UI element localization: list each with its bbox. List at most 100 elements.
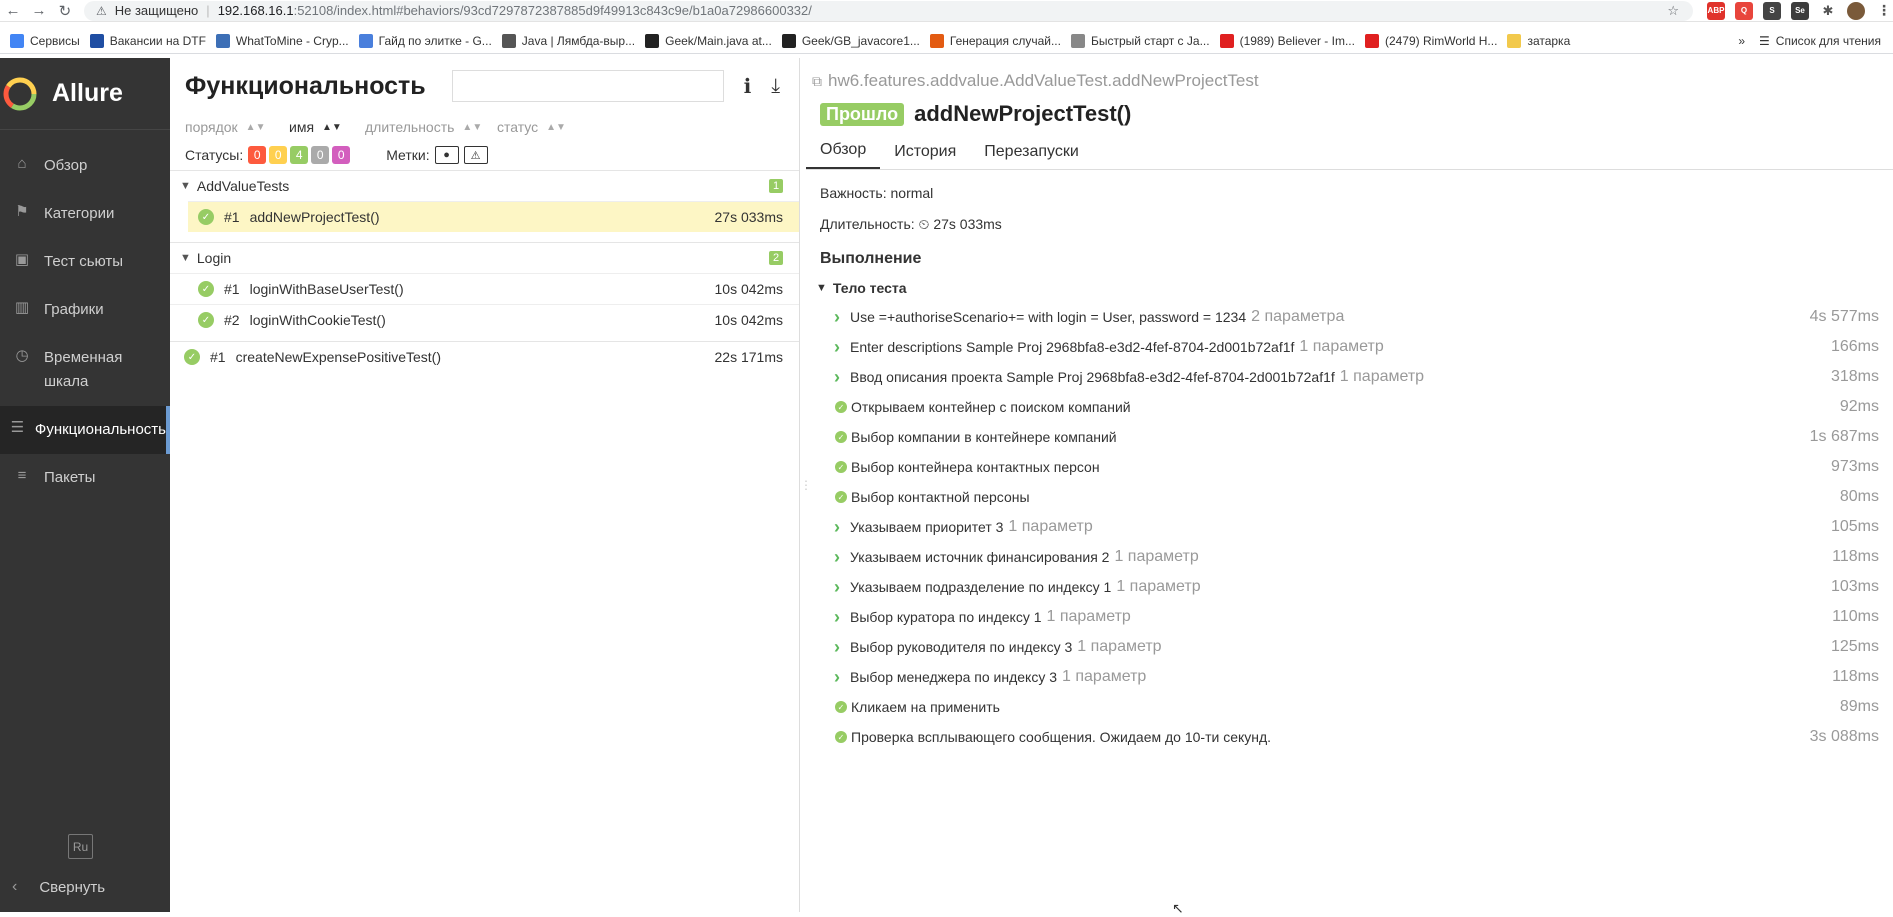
copy-icon[interactable]: ⧉ xyxy=(812,73,822,90)
align-left-icon: ≡ xyxy=(17,466,27,484)
brand[interactable]: Allure xyxy=(0,58,170,130)
bookmark-item[interactable]: Вакансии на DTF xyxy=(89,33,206,48)
test-row[interactable]: ✓ #1 addNewProjectTest() 27s 033ms xyxy=(188,201,799,232)
duration-line: Длительность: ⏲ 27s 033ms xyxy=(820,209,1893,240)
step-row[interactable]: ✓ Кликаем на применить 89ms xyxy=(806,692,1893,722)
sort-order[interactable]: порядок ▲▼ xyxy=(185,119,289,135)
test-row[interactable]: ✓ #2 loginWithCookieTest() 10s 042ms xyxy=(170,304,799,335)
sidebar-item-list[interactable]: ☰ Функциональность xyxy=(0,406,170,454)
selenium-icon[interactable]: Se xyxy=(1791,1,1809,20)
status-filter-badge[interactable]: 0 xyxy=(311,146,330,164)
sidebar-item-flag[interactable]: ⚑ Категории xyxy=(0,190,170,238)
flaky-bomb-icon[interactable]: ● xyxy=(434,146,459,164)
sidebar-item-clock[interactable]: ◷ Временная шкала xyxy=(0,334,170,406)
brand-name: Allure xyxy=(52,79,123,107)
step-params: 1 параметр xyxy=(1339,368,1425,385)
extension-icon[interactable]: S xyxy=(1763,1,1781,20)
step-row[interactable]: ✓ Выбор контейнера контактных персон 973ms xyxy=(806,452,1893,482)
bookmark-item[interactable]: затарка xyxy=(1507,33,1570,48)
status-filter-badge[interactable]: 4 xyxy=(290,146,309,164)
forward-icon[interactable]: → xyxy=(26,2,52,19)
test-row[interactable]: ✓ #1 createNewExpensePositiveTest() 22s 171… xyxy=(170,341,799,372)
chevron-down-icon: ▼ xyxy=(180,252,191,264)
step-row[interactable]: ✓ Выбор контактной персоны 80ms xyxy=(806,482,1893,512)
tree-header: Функциональность ℹ ⤓ xyxy=(170,58,799,114)
sidebar-item-home[interactable]: ⌂ Обзор xyxy=(0,142,170,190)
test-row[interactable]: ✓ #1 loginWithBaseUserTest() 10s 042ms xyxy=(170,273,799,304)
reading-list[interactable]: ☰ Список для чтения xyxy=(1759,34,1881,48)
bookmark-favicon-icon xyxy=(89,33,104,48)
group-header[interactable]: ▼ AddValueTests 1 xyxy=(170,171,799,201)
group-header[interactable]: ▼ Login 2 xyxy=(170,243,799,273)
status-filter-badge[interactable]: 0 xyxy=(332,146,351,164)
bookmark-label: Java | Лямбда-выр... xyxy=(521,33,636,48)
step-row[interactable]: › Enter descriptions Sample Proj 2968bfa8… xyxy=(806,332,1893,362)
step-row[interactable]: › Указываем источник финансирования 21 па… xyxy=(806,542,1893,572)
avatar[interactable] xyxy=(1847,1,1865,20)
sort-duration[interactable]: длительность ▲▼ xyxy=(365,119,497,135)
sort-arrows-icon: ▲▼ xyxy=(245,121,266,133)
sidebar-item-bar-chart[interactable]: ▥ Графики xyxy=(0,286,170,334)
more-bookmarks-icon[interactable]: » xyxy=(1738,34,1745,48)
bookmark-item[interactable]: WhatToMine - Cryp... xyxy=(215,33,349,48)
step-params: 1 параметр xyxy=(1116,578,1201,595)
step-row[interactable]: › Выбор менеджера по индексу 31 параметр 1… xyxy=(806,662,1893,692)
step-row[interactable]: › Указываем приоритет 31 параметр 105ms xyxy=(806,512,1893,542)
bookmark-item[interactable]: Гайд по элитке - G... xyxy=(358,33,492,48)
passed-check-icon: ✓ xyxy=(184,349,200,365)
back-icon[interactable]: ← xyxy=(0,2,26,19)
search-input[interactable] xyxy=(451,70,724,102)
status-filter-badge[interactable]: 0 xyxy=(248,146,267,164)
bookmark-item[interactable]: Java | Лямбда-выр... xyxy=(501,33,636,48)
bookmark-item[interactable]: Быстрый старт с Ja... xyxy=(1070,33,1210,48)
step-row[interactable]: ✓ Открываем контейнер с поиском компаний 9… xyxy=(806,392,1893,422)
bookmark-item[interactable]: (2479) RimWorld H... xyxy=(1364,33,1497,48)
step-row[interactable]: › Выбор куратора по индексу 11 параметр 11… xyxy=(806,602,1893,632)
sidebar-item-align-left[interactable]: ≡ Пакеты xyxy=(0,454,170,502)
step-row[interactable]: ✓ Проверка всплывающего сообщения. Ожидае… xyxy=(806,722,1893,752)
step-row[interactable]: › Выбор руководителя по индексу 31 параме… xyxy=(806,632,1893,662)
divider: | xyxy=(206,3,210,18)
tab-retries[interactable]: Перезапуски xyxy=(970,143,1093,169)
group-name: AddValueTests xyxy=(196,178,290,194)
bookmark-item[interactable]: Генерация случай... xyxy=(929,33,1061,48)
briefcase-icon: ▣ xyxy=(14,251,30,268)
filters-bar: Статусы: 0 0 4 0 0 Метки: ● ⚠ xyxy=(170,140,799,170)
step-row[interactable]: › Use =+authoriseScenario+= with login = … xyxy=(806,302,1893,332)
bookmark-star-icon[interactable]: ☆ xyxy=(1667,3,1679,19)
puzzle-icon[interactable]: ✱ xyxy=(1819,1,1837,20)
bookmark-item[interactable]: Geek/Main.java at... xyxy=(645,33,772,48)
step-row[interactable]: ✓ Выбор компании в контейнере компаний 1s … xyxy=(806,422,1893,452)
sort-name[interactable]: имя ▲▼ xyxy=(289,119,365,135)
kebab-menu-icon[interactable]: ⋮ xyxy=(1875,1,1893,20)
download-icon[interactable]: ⤓ xyxy=(771,75,780,98)
tab-overview[interactable]: Обзор xyxy=(806,141,881,169)
status-filter-badge[interactable]: 0 xyxy=(269,146,288,164)
test-body-toggle[interactable]: ▼ Тело теста xyxy=(806,274,1893,302)
collapse-button[interactable]: ‹ Свернуть xyxy=(12,878,105,896)
extension-icon[interactable]: Q xyxy=(1735,1,1753,20)
step-row[interactable]: › Ввод описания проекта Sample Proj 2968b… xyxy=(806,362,1893,392)
severity: Важность: normal xyxy=(820,185,934,201)
bookmark-item[interactable]: Geek/GB_javacore1... xyxy=(781,33,920,48)
tab-history[interactable]: История xyxy=(880,143,970,169)
bookmark-item[interactable]: (1989) Believer - Im... xyxy=(1219,33,1355,48)
bookmark-favicon-icon xyxy=(1219,33,1234,48)
info-icon[interactable]: ℹ xyxy=(744,74,752,99)
flag-icon: ⚑ xyxy=(15,203,29,220)
warning-icon[interactable]: ⚠ xyxy=(463,146,488,164)
adblock-icon[interactable]: ABP xyxy=(1707,1,1725,20)
tree-groups: ▼ AddValueTests 1 ✓ #1 addNewProjectTest() 27s… xyxy=(170,170,799,372)
sidebar-item-briefcase[interactable]: ▣ Тест сьюты xyxy=(0,238,170,286)
step-name: Указываем подразделение по индексу 1 xyxy=(850,579,1112,595)
sort-status[interactable]: статус ▲▼ xyxy=(497,119,566,135)
passed-check-icon: ✓ xyxy=(198,312,214,328)
reload-icon[interactable]: ↻ xyxy=(52,2,78,20)
bookmark-item[interactable]: Сервисы xyxy=(10,33,80,48)
sort-order-label: порядок xyxy=(185,119,238,135)
language-switch[interactable]: Ru xyxy=(68,834,93,859)
step-row[interactable]: › Указываем подразделение по индексу 11 п… xyxy=(806,572,1893,602)
bookmarks-bar: Сервисы Вакансии на DTF WhatToMine - Cryp.… xyxy=(0,28,1893,54)
address-bar[interactable]: ⚠ Не защищено | 192.168.16.1 :52108/inde… xyxy=(83,0,1693,21)
step-params: 1 параметр xyxy=(1046,608,1131,625)
